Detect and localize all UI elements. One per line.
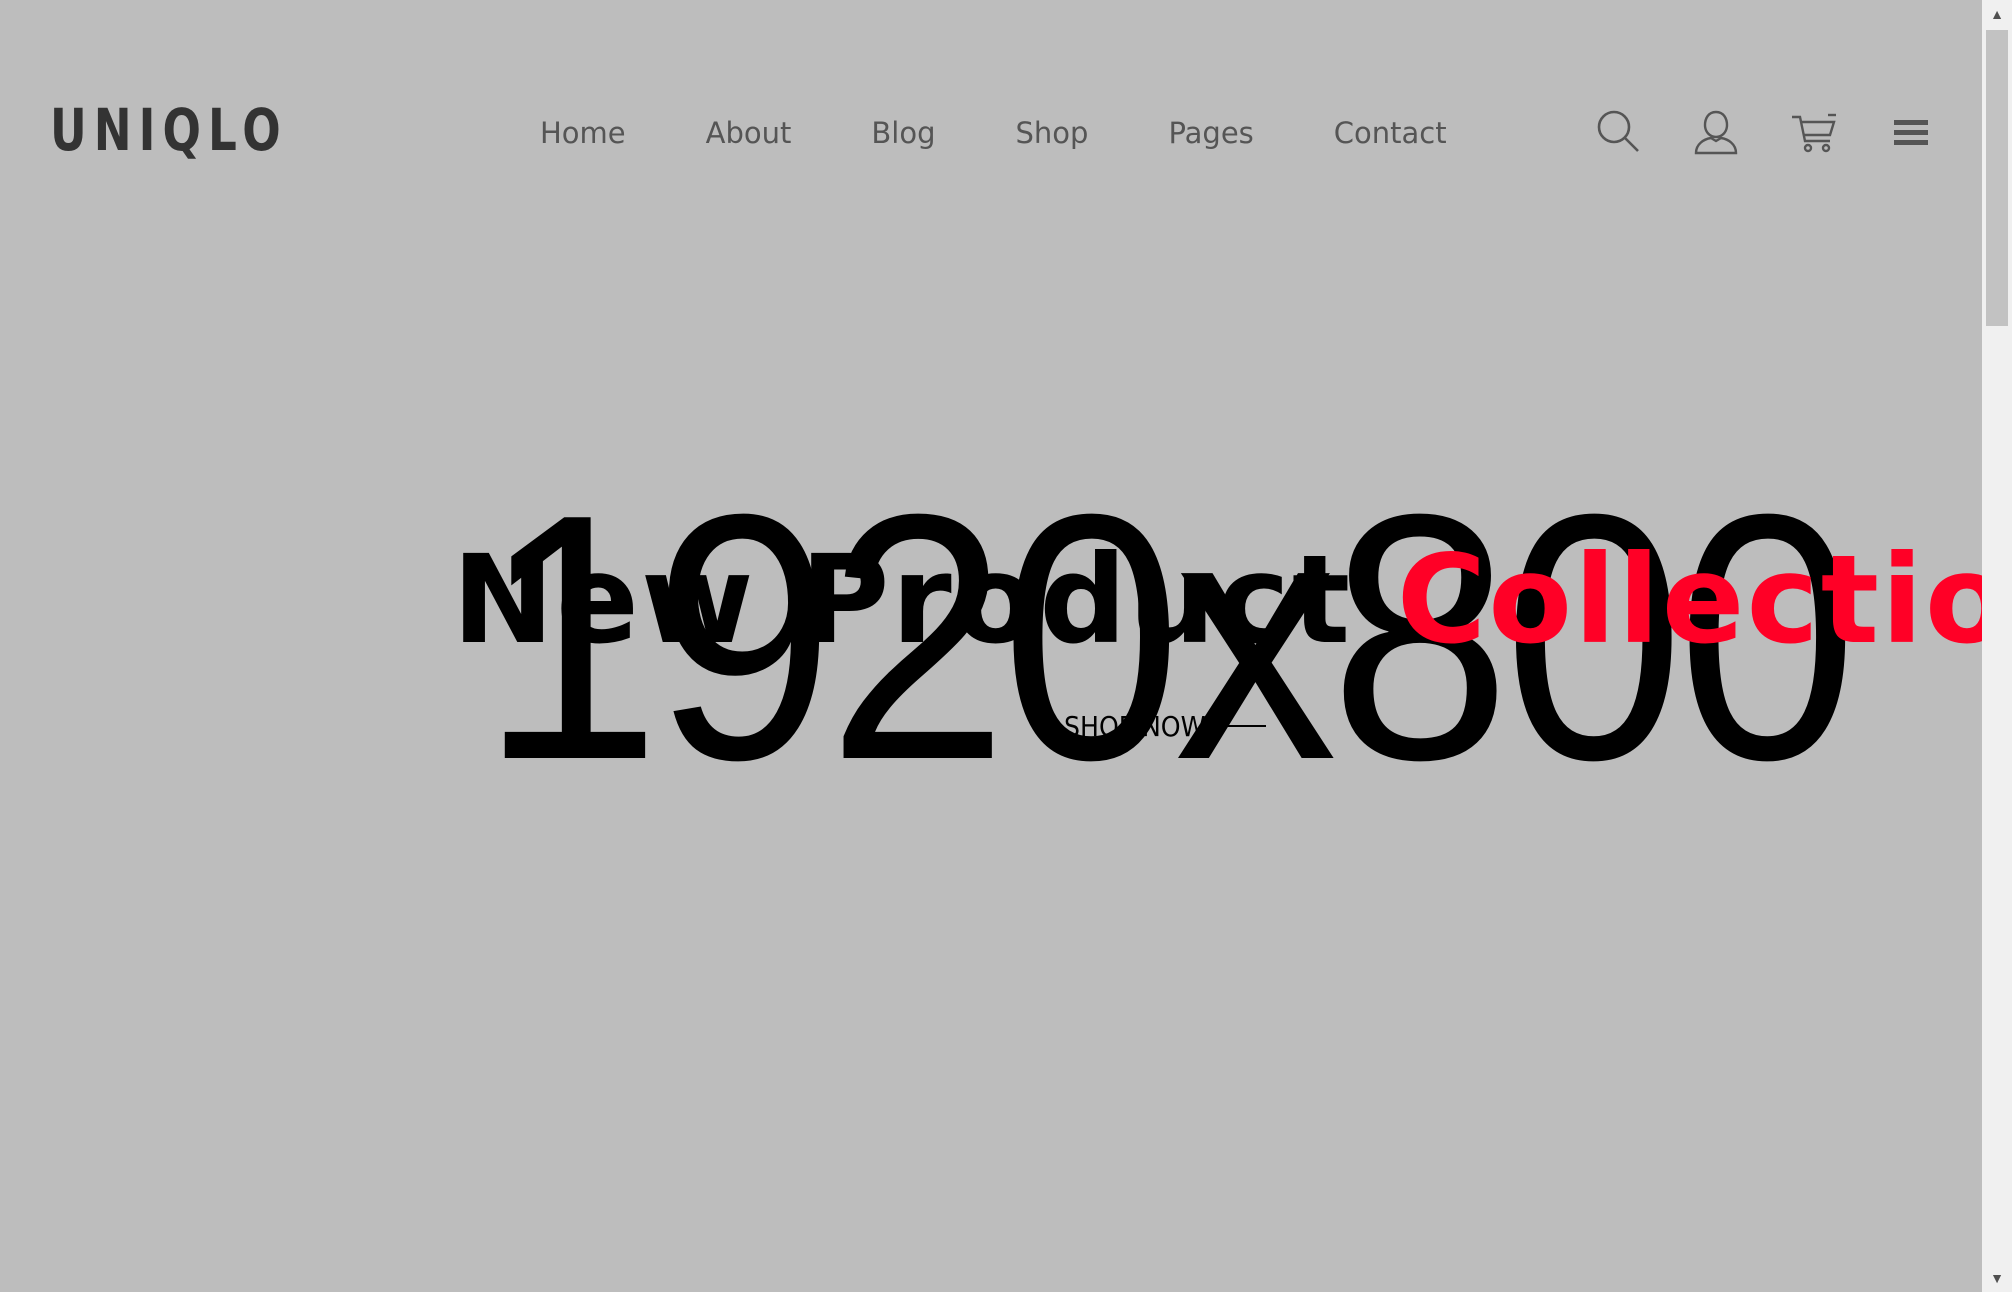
nav-item-home[interactable]: Home [540,116,626,150]
nav-item-pages[interactable]: Pages [1168,116,1253,150]
scroll-up-arrow-icon[interactable]: ▲ [1982,0,2012,28]
nav-item-contact[interactable]: Contact [1334,116,1447,150]
cart-icon[interactable] [1790,108,1838,156]
page: UNIQLO Home About Blog Shop Pages Contac… [0,0,2012,1292]
vertical-scrollbar[interactable]: ▲ ▼ [1982,0,2012,1292]
user-icon[interactable] [1692,108,1740,156]
search-icon[interactable] [1594,108,1642,156]
shop-now-label: SHOP NOW [1064,709,1206,743]
scroll-down-arrow-icon[interactable]: ▼ [1982,1264,2012,1292]
nav-item-about[interactable]: About [706,116,792,150]
menu-icon[interactable] [1888,108,1936,156]
arrow-line-icon [1225,725,1266,727]
main-nav: Home About Blog Shop Pages Contact [540,108,1447,158]
hero-title: New Product Collection [452,539,2012,661]
scrollbar-thumb[interactable] [1986,30,2008,326]
hero-title-part2: Collection [1396,529,2012,671]
nav-item-blog[interactable]: Blog [871,116,935,150]
shop-now-button[interactable]: SHOP NOW [1064,708,1266,744]
logo[interactable]: UNIQLO [50,100,288,160]
hero-title-part1: New Product [452,529,1353,671]
nav-item-shop[interactable]: Shop [1016,116,1089,150]
